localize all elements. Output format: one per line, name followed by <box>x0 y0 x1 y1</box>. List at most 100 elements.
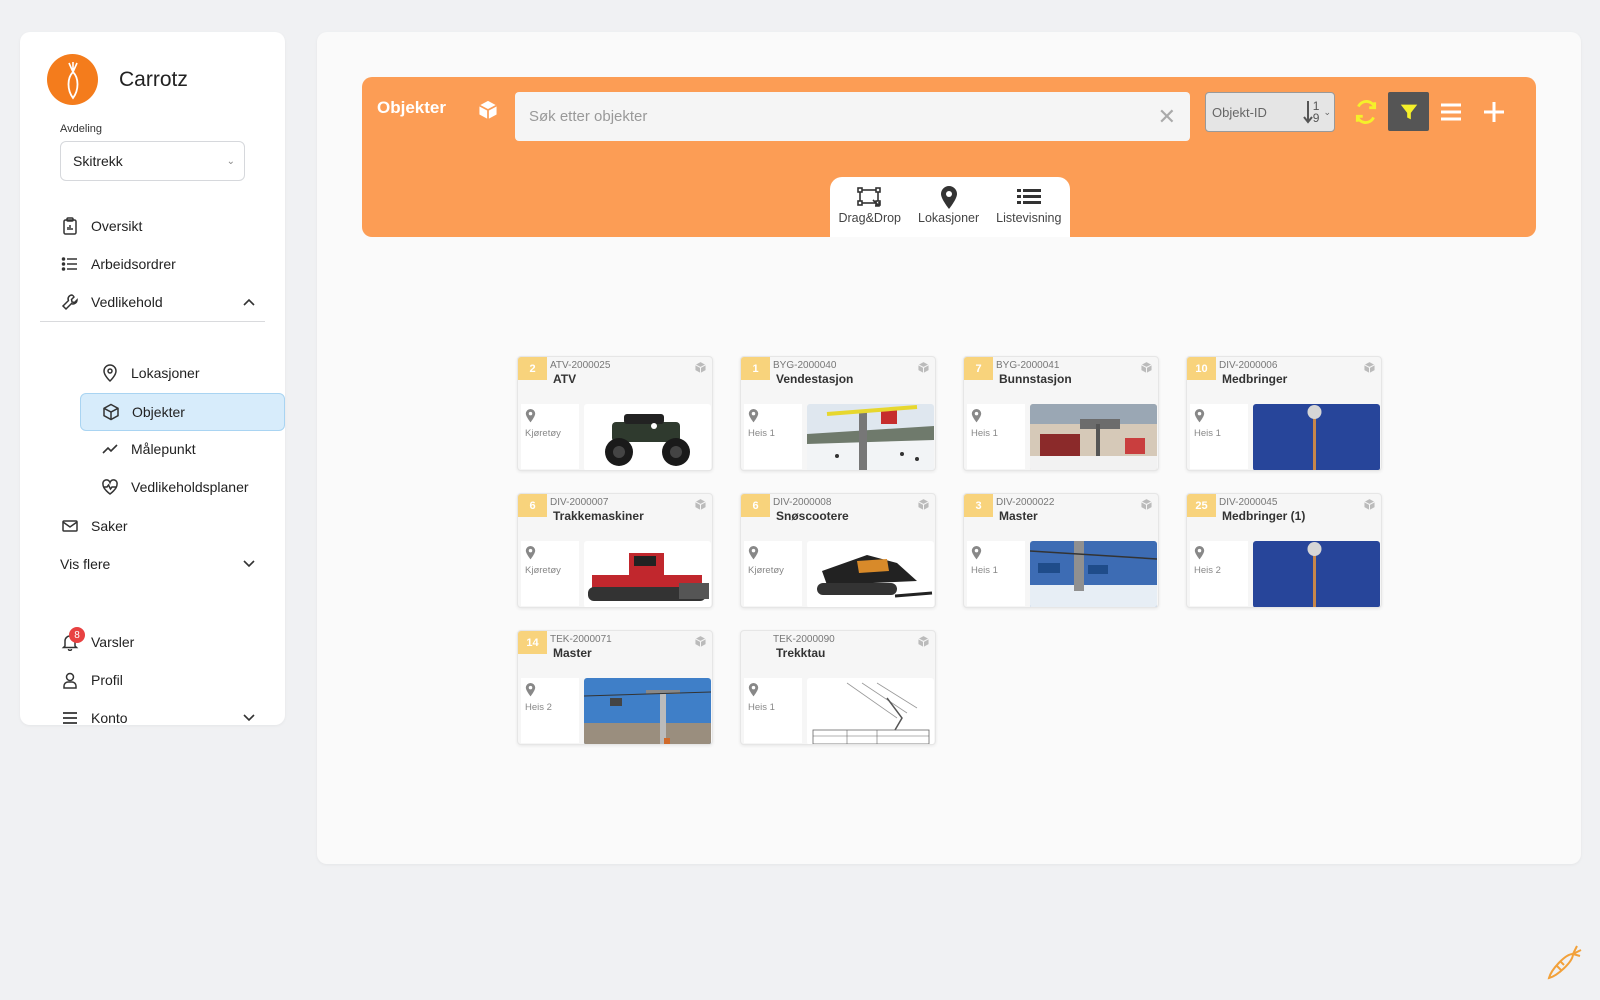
object-card[interactable]: 3 DIV-2000022 Master Heis 1 <box>963 493 1159 608</box>
sidebar-item-objekter[interactable]: Objekter <box>80 393 285 431</box>
chevron-down-icon: ⌄ <box>1323 106 1331 117</box>
object-count-badge: 2 <box>518 357 547 380</box>
tab-drag-drop[interactable]: Drag&Drop <box>838 184 901 237</box>
object-card[interactable]: 7 BYG-2000041 Bunnstasjon Heis 1 <box>963 356 1159 471</box>
object-image <box>1030 541 1157 607</box>
object-card[interactable]: 25 DIV-2000045 Medbringer (1) Heis 2 <box>1186 493 1382 608</box>
sidebar-item-vedlikehold[interactable]: Vedlikehold <box>60 284 265 320</box>
object-location-label: Heis 2 <box>525 702 552 713</box>
object-location-label: Heis 2 <box>1194 565 1221 576</box>
refresh-button[interactable] <box>1345 92 1386 131</box>
cube-icon <box>694 361 707 379</box>
notification-badge: 8 <box>69 627 85 643</box>
main-panel: Objekter Søk etter objekter ✕ Objekt-ID … <box>317 32 1581 864</box>
object-card[interactable]: 6 DIV-2000007 Trakkemaskiner Kjøretøy <box>517 493 713 608</box>
object-id: DIV-2000007 <box>550 497 609 508</box>
object-card[interactable]: TEK-2000090 Trekktau Heis 1 <box>740 630 936 745</box>
cube-icon <box>917 361 930 379</box>
object-id: DIV-2000022 <box>996 497 1055 508</box>
object-card[interactable]: 14 TEK-2000071 Master Heis 2 <box>517 630 713 745</box>
object-card[interactable]: 2 ATV-2000025 ATV Kjøretøy <box>517 356 713 471</box>
sidebar-item-arbeidsordrer[interactable]: Arbeidsordrer <box>60 246 265 282</box>
object-location-label: Kjøretøy <box>525 428 561 439</box>
object-image <box>584 678 711 744</box>
user-icon <box>60 670 80 690</box>
add-button[interactable] <box>1473 92 1514 131</box>
object-image <box>584 541 711 607</box>
cube-icon <box>917 498 930 516</box>
search-input[interactable]: Søk etter objekter ✕ <box>515 92 1190 141</box>
object-id: DIV-2000008 <box>773 497 832 508</box>
chevron-down-icon <box>243 560 255 568</box>
sort-select[interactable]: Objekt-ID 1 9 ⌄ <box>1205 92 1335 132</box>
sidebar-item-profil[interactable]: Profil <box>60 662 265 698</box>
cube-icon <box>477 99 499 126</box>
object-name: Snøscootere <box>776 509 849 523</box>
object-count-badge: 1 <box>741 357 770 380</box>
department-select[interactable]: Skitrekk ⌄ <box>60 141 245 181</box>
objects-toolbar: Objekter Søk etter objekter ✕ Objekt-ID … <box>362 77 1536 237</box>
sort-field: Objekt-ID <box>1212 104 1267 120</box>
sidebar-item-label: Saker <box>91 518 128 534</box>
map-pin-icon <box>748 546 759 565</box>
clear-search-icon[interactable]: ✕ <box>1158 104 1176 130</box>
tab-lokasjoner[interactable]: Lokasjoner <box>918 184 979 237</box>
object-image <box>584 404 711 470</box>
sidebar-item-oversikt[interactable]: Oversikt <box>60 208 265 244</box>
tab-listevisning[interactable]: Listevisning <box>996 184 1061 237</box>
sidebar-item-label: Konto <box>91 710 128 726</box>
sidebar: Carrotz Avdeling Skitrekk ⌄ Oversikt Arb… <box>20 32 285 726</box>
map-pin-icon <box>525 546 536 565</box>
object-card[interactable]: 10 DIV-2000006 Medbringer Heis 1 <box>1186 356 1382 471</box>
sidebar-item-vis-flere[interactable]: Vis flere <box>60 546 265 582</box>
trend-line-icon <box>100 439 120 459</box>
object-name: Trakkemaskiner <box>553 509 644 523</box>
cube-icon <box>1140 361 1153 379</box>
object-location: Heis 1 <box>967 541 1025 606</box>
drag-drop-icon <box>856 184 883 211</box>
sidebar-item-varsler[interactable]: 8 Varsler <box>60 624 265 660</box>
object-count-badge: 6 <box>518 494 547 517</box>
object-id: TEK-2000071 <box>550 634 612 645</box>
sidebar-item-konto[interactable]: Konto <box>60 700 265 736</box>
sidebar-item-saker[interactable]: Saker <box>60 508 265 544</box>
cube-icon <box>1363 361 1376 379</box>
object-location: Heis 1 <box>744 404 802 469</box>
brand[interactable]: Carrotz <box>47 54 188 105</box>
object-location-label: Heis 1 <box>971 428 998 439</box>
tab-label: Listevisning <box>996 211 1062 225</box>
object-image <box>1253 404 1380 470</box>
tab-label: Lokasjoner <box>918 211 980 225</box>
object-image <box>807 541 934 607</box>
menu-button[interactable] <box>1430 92 1471 131</box>
object-name: Master <box>999 509 1038 523</box>
sidebar-item-malepunkt[interactable]: Målepunkt <box>80 431 285 467</box>
search-placeholder: Søk etter objekter <box>529 108 648 125</box>
sidebar-item-label: Vedlikehold <box>91 294 163 310</box>
chevron-down-icon <box>243 714 255 722</box>
object-count-badge: 7 <box>964 357 993 380</box>
sidebar-item-vedlikeholdsplaner[interactable]: Vedlikeholdsplaner <box>80 469 285 505</box>
object-location: Heis 2 <box>521 678 579 743</box>
bell-icon: 8 <box>60 627 85 652</box>
object-card[interactable]: 6 DIV-2000008 Snøscootere Kjøretøy <box>740 493 936 608</box>
sidebar-item-label: Varsler <box>91 634 135 650</box>
sort-direction-icon[interactable]: 1 9 <box>1302 99 1319 125</box>
object-location: Heis 2 <box>1190 541 1248 606</box>
cube-icon <box>1363 498 1376 516</box>
object-name: Bunnstasjon <box>999 372 1072 386</box>
sidebar-item-lokasjoner[interactable]: Lokasjoner <box>80 355 285 391</box>
object-id: ATV-2000025 <box>550 360 611 371</box>
map-pin-icon <box>525 409 536 428</box>
object-image <box>807 678 934 744</box>
object-card[interactable]: 1 BYG-2000040 Vendestasjon Heis 1 <box>740 356 936 471</box>
sidebar-item-label: Arbeidsordrer <box>91 256 176 272</box>
menu-icon <box>60 708 80 728</box>
map-pin-icon <box>525 683 536 702</box>
object-name: ATV <box>553 372 577 386</box>
filter-button[interactable] <box>1388 92 1429 131</box>
object-count-badge: 6 <box>741 494 770 517</box>
brand-name: Carrotz <box>119 67 188 91</box>
object-location: Kjøretøy <box>521 541 579 606</box>
carrotz-logo <box>47 54 98 105</box>
